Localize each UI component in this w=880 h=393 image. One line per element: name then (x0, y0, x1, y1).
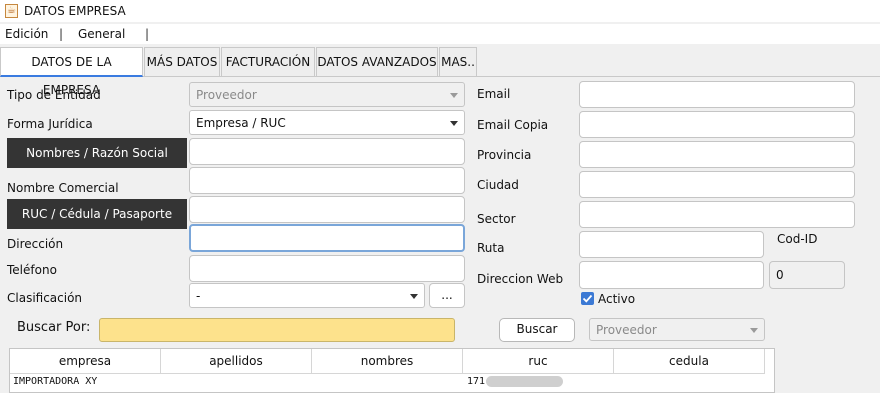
clasificacion-value: - (196, 289, 201, 303)
redacted-ruc-mask (486, 376, 563, 387)
tipo-entidad-select[interactable]: Proveedor (189, 82, 465, 107)
ruc-button[interactable]: RUC / Cédula / Pasaporte (7, 199, 187, 229)
ruc-input[interactable] (189, 196, 465, 223)
activo-checkbox[interactable] (581, 292, 594, 305)
sector-input[interactable] (579, 201, 855, 228)
java-app-icon: ☕ (5, 4, 18, 18)
table-cell-ruc[interactable]: 171 (467, 376, 485, 387)
chevron-down-icon (750, 328, 758, 333)
email-copia-input[interactable] (579, 111, 855, 138)
checkmark-icon (582, 294, 593, 303)
provincia-label: Provincia (477, 148, 532, 162)
telefono-label: Teléfono (7, 263, 57, 277)
clasificacion-select[interactable]: - (189, 283, 425, 308)
clasificacion-label: Clasificación (7, 291, 83, 305)
table-scrollbar[interactable] (774, 350, 775, 392)
tab-facturacion[interactable]: FACTURACIÓN (221, 47, 315, 76)
email-copia-label: Email Copia (477, 118, 549, 132)
column-header-ruc[interactable]: ruc (463, 349, 614, 374)
column-header-nombres[interactable]: nombres (312, 349, 463, 374)
tab-mas-datos[interactable]: MÁS DATOS (144, 47, 220, 76)
table-cell-empresa[interactable]: IMPORTADORA XY (13, 376, 97, 387)
direccion-input[interactable] (189, 224, 465, 252)
ruta-label: Ruta (477, 241, 505, 255)
nombre-comercial-label: Nombre Comercial (7, 181, 119, 195)
ciudad-label: Ciudad (477, 178, 519, 192)
direccion-web-label: Direccion Web (477, 272, 564, 286)
column-header-empresa[interactable]: empresa (10, 349, 161, 374)
window-title: DATOS EMPRESA (24, 4, 126, 18)
title-bar: ☕ DATOS EMPRESA (0, 0, 880, 22)
cod-id-label: Cod-ID (777, 232, 818, 246)
forma-juridica-select[interactable]: Empresa / RUC (189, 110, 465, 135)
chevron-down-icon (450, 93, 458, 98)
nombre-comercial-input[interactable] (189, 167, 465, 194)
direccion-label: Dirección (7, 237, 64, 251)
provincia-input[interactable] (579, 141, 855, 168)
buscar-por-label: Buscar Por: (17, 320, 91, 335)
menu-edicion[interactable]: Edición (5, 27, 48, 41)
email-input[interactable] (579, 81, 855, 108)
tipo-entidad-value: Proveedor (196, 88, 257, 102)
tab-datos-avanzados[interactable]: DATOS AVANZADOS (316, 47, 438, 76)
search-type-value: Proveedor (596, 323, 657, 337)
telefono-input[interactable] (189, 255, 465, 282)
ciudad-input[interactable] (579, 171, 855, 198)
chevron-down-icon (410, 294, 418, 299)
tipo-entidad-label: Tipo de Entidad (7, 88, 101, 102)
razon-social-button[interactable]: Nombres / Razón Social (7, 138, 187, 168)
sector-label: Sector (477, 212, 516, 226)
tab-datos-empresa[interactable]: DATOS DE LA EMPRESA (0, 47, 143, 97)
cod-id-field: 0 (769, 261, 845, 289)
activo-label: Activo (598, 292, 636, 306)
results-table: empresa apellidos nombres ruc cedula IMP… (9, 348, 775, 393)
column-header-cedula[interactable]: cedula (614, 349, 765, 374)
tab-mas[interactable]: MAS.. (439, 47, 477, 76)
forma-juridica-label: Forma Jurídica (7, 117, 93, 131)
email-label: Email (477, 87, 511, 101)
menu-general[interactable]: General (78, 27, 125, 41)
ruta-input[interactable] (579, 231, 764, 258)
direccion-web-input[interactable] (579, 261, 764, 289)
buscar-button[interactable]: Buscar (499, 318, 575, 342)
column-header-apellidos[interactable]: apellidos (161, 349, 312, 374)
clasificacion-more-button[interactable]: ... (429, 283, 465, 308)
search-type-select[interactable]: Proveedor (589, 318, 765, 341)
chevron-down-icon (450, 121, 458, 126)
search-input[interactable] (99, 318, 455, 342)
forma-juridica-value: Empresa / RUC (196, 116, 286, 130)
menu-separator: | (59, 27, 64, 41)
tab-strip: DATOS DE LA EMPRESA MÁS DATOS FACTURACIÓ… (0, 47, 880, 97)
menu-bar: Edición | General | (0, 24, 880, 44)
razon-social-input[interactable] (189, 138, 465, 165)
menu-separator: | (145, 27, 150, 41)
